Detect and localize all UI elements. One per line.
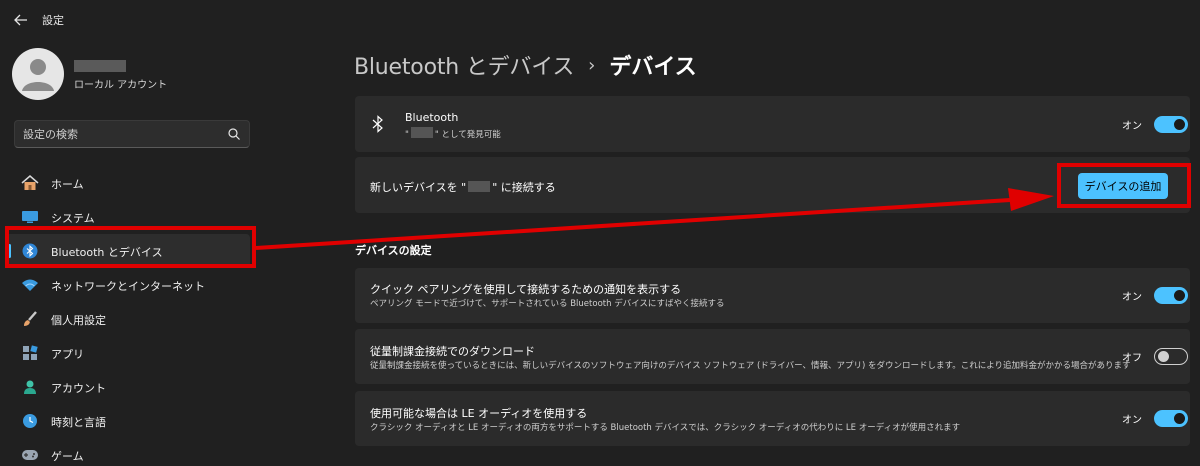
sidebar-item-label: 個人用設定: [51, 314, 106, 327]
quick-pair-toggle-group: オン: [1122, 268, 1188, 323]
toggle-state-label: オフ: [1122, 353, 1142, 364]
sidebar-item-home[interactable]: ホーム: [6, 166, 250, 200]
bluetooth-icon: [372, 115, 383, 133]
bluetooth-title: Bluetooth: [405, 111, 459, 124]
quick-pair-card: クイック ペアリングを使用して接続するための通知を表示する ペアリング モードで…: [355, 268, 1190, 323]
toggle-state-label: オン: [1122, 415, 1142, 426]
setting-title: 使用可能な場合は LE オーディオを使用する: [370, 407, 588, 420]
sidebar-item-label: アカウント: [51, 382, 106, 395]
le-audio-card: 使用可能な場合は LE オーディオを使用する クラシック オーディオと LE オ…: [355, 391, 1190, 446]
bluetooth-toggle[interactable]: [1154, 115, 1188, 133]
title-bar: 設定: [0, 0, 1200, 40]
person-icon: [22, 59, 54, 91]
home-icon: [20, 174, 40, 192]
sidebar-item-label: ホーム: [51, 178, 84, 191]
setting-title: クイック ペアリングを使用して接続するための通知を表示する: [370, 283, 682, 296]
system-icon: [20, 208, 40, 226]
profile: ローカル アカウント: [12, 46, 312, 102]
toggle-state-label: オン: [1122, 292, 1142, 303]
metered-download-toggle-group: オフ: [1122, 329, 1188, 384]
sidebar-item-time-language[interactable]: 時刻と言語: [6, 404, 250, 438]
sidebar-item-apps[interactable]: アプリ: [6, 336, 250, 370]
breadcrumb-separator: ›: [588, 54, 596, 76]
quick-pair-toggle[interactable]: [1154, 287, 1188, 304]
wifi-icon: [20, 276, 40, 294]
setting-desc: ペアリング モードで近づけて、サポートされている Bluetooth デバイスに…: [370, 299, 725, 309]
highlight-box-add-button: [1057, 163, 1191, 208]
setting-title: 従量制課金接続でのダウンロード: [370, 345, 535, 358]
setting-desc: クラシック オーディオと LE オーディオの両方をサポートする Bluetoot…: [370, 423, 961, 433]
toggle-knob: [1174, 118, 1185, 130]
brush-icon: [20, 310, 40, 328]
setting-desc: 従量制課金接続を使っているときには、新しいデバイスのソフトウェア向けのデバイス …: [370, 361, 1131, 371]
toggle-knob: [1174, 413, 1185, 424]
sidebar-item-accounts[interactable]: アカウント: [6, 370, 250, 404]
sidebar-item-label: ネットワークとインターネット: [51, 280, 205, 293]
sidebar-nav: ホーム システム Bluetooth とデバイス ネットワークとインターネット …: [6, 166, 250, 466]
account-type: ローカル アカウント: [74, 80, 168, 91]
breadcrumb: Bluetooth とデバイス › デバイス: [354, 48, 697, 82]
toggle-knob: [1174, 290, 1185, 301]
bluetooth-card: Bluetooth " " として発見可能 オン: [355, 96, 1190, 152]
sidebar-item-gaming[interactable]: ゲーム: [6, 438, 250, 466]
le-audio-toggle-group: オン: [1122, 391, 1188, 446]
sidebar-item-label: システム: [51, 212, 95, 225]
sidebar-item-personalization[interactable]: 個人用設定: [6, 302, 250, 336]
metered-download-card: 従量制課金接続でのダウンロード 従量制課金接続を使っているときには、新しいデバイ…: [355, 329, 1190, 384]
apps-icon: [20, 344, 40, 362]
bluetooth-discoverable-text: " " として発見可能: [405, 127, 501, 140]
page-title: デバイス: [609, 55, 697, 80]
gamepad-icon: [20, 446, 40, 464]
person-icon: [20, 378, 40, 396]
sidebar-item-label: ゲーム: [51, 450, 84, 463]
add-device-text: 新しいデバイスを " " に接続する: [370, 181, 556, 194]
le-audio-toggle[interactable]: [1154, 410, 1188, 427]
arrow-left-icon: [14, 14, 27, 26]
settings-search: [14, 120, 250, 148]
highlight-box-sidebar: [5, 226, 256, 268]
section-title: デバイスの設定: [355, 244, 432, 257]
sidebar-item-label: 時刻と言語: [51, 416, 106, 429]
search-icon[interactable]: [227, 127, 241, 141]
account-name-redacted: [74, 60, 126, 72]
toggle-state-label: オン: [1122, 120, 1142, 132]
bluetooth-toggle-group: オン: [1122, 96, 1188, 152]
back-button[interactable]: [10, 10, 32, 30]
window-title: 設定: [42, 14, 64, 27]
avatar[interactable]: [12, 48, 64, 100]
device-name-redacted: [468, 181, 491, 192]
toggle-knob: [1158, 351, 1169, 362]
search-input[interactable]: [23, 125, 213, 143]
device-name-redacted: [410, 127, 433, 138]
sidebar-item-network[interactable]: ネットワークとインターネット: [6, 268, 250, 302]
globe-clock-icon: [20, 412, 40, 430]
sidebar-item-label: アプリ: [51, 348, 84, 361]
metered-download-toggle[interactable]: [1154, 348, 1188, 365]
breadcrumb-parent[interactable]: Bluetooth とデバイス: [354, 49, 574, 81]
